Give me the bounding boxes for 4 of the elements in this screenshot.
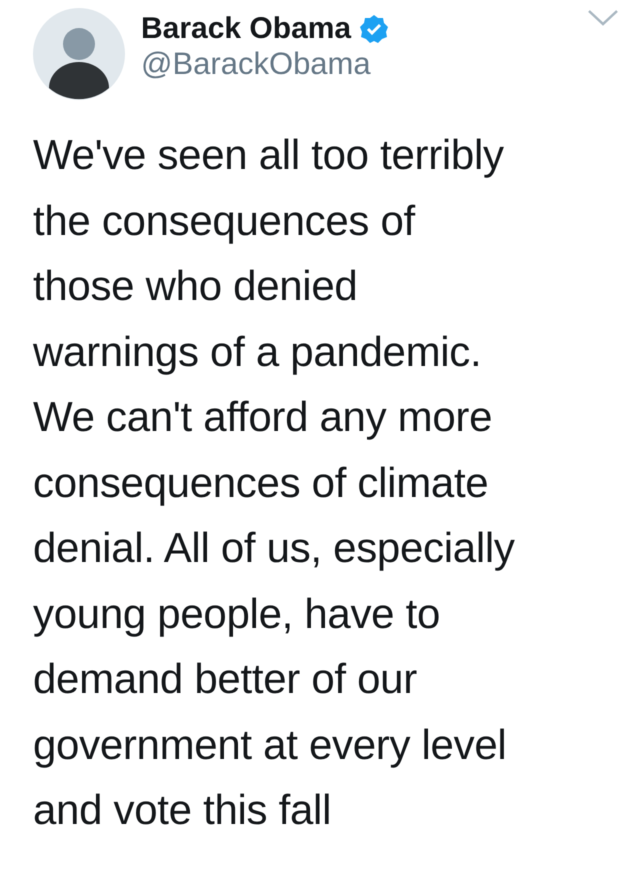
- author-name[interactable]: Barack Obama: [141, 12, 352, 45]
- author-handle[interactable]: @BarackObama: [141, 45, 570, 82]
- tweet-text: We've seen all too terribly the consequences of those who denied warnings of a pandemic. We can't afford any more consequences of climate denial. All of us, especially young people, have to demand better of our government at every level and vote this fall: [32, 130, 516, 835]
- avatar-icon[interactable]: [33, 8, 125, 100]
